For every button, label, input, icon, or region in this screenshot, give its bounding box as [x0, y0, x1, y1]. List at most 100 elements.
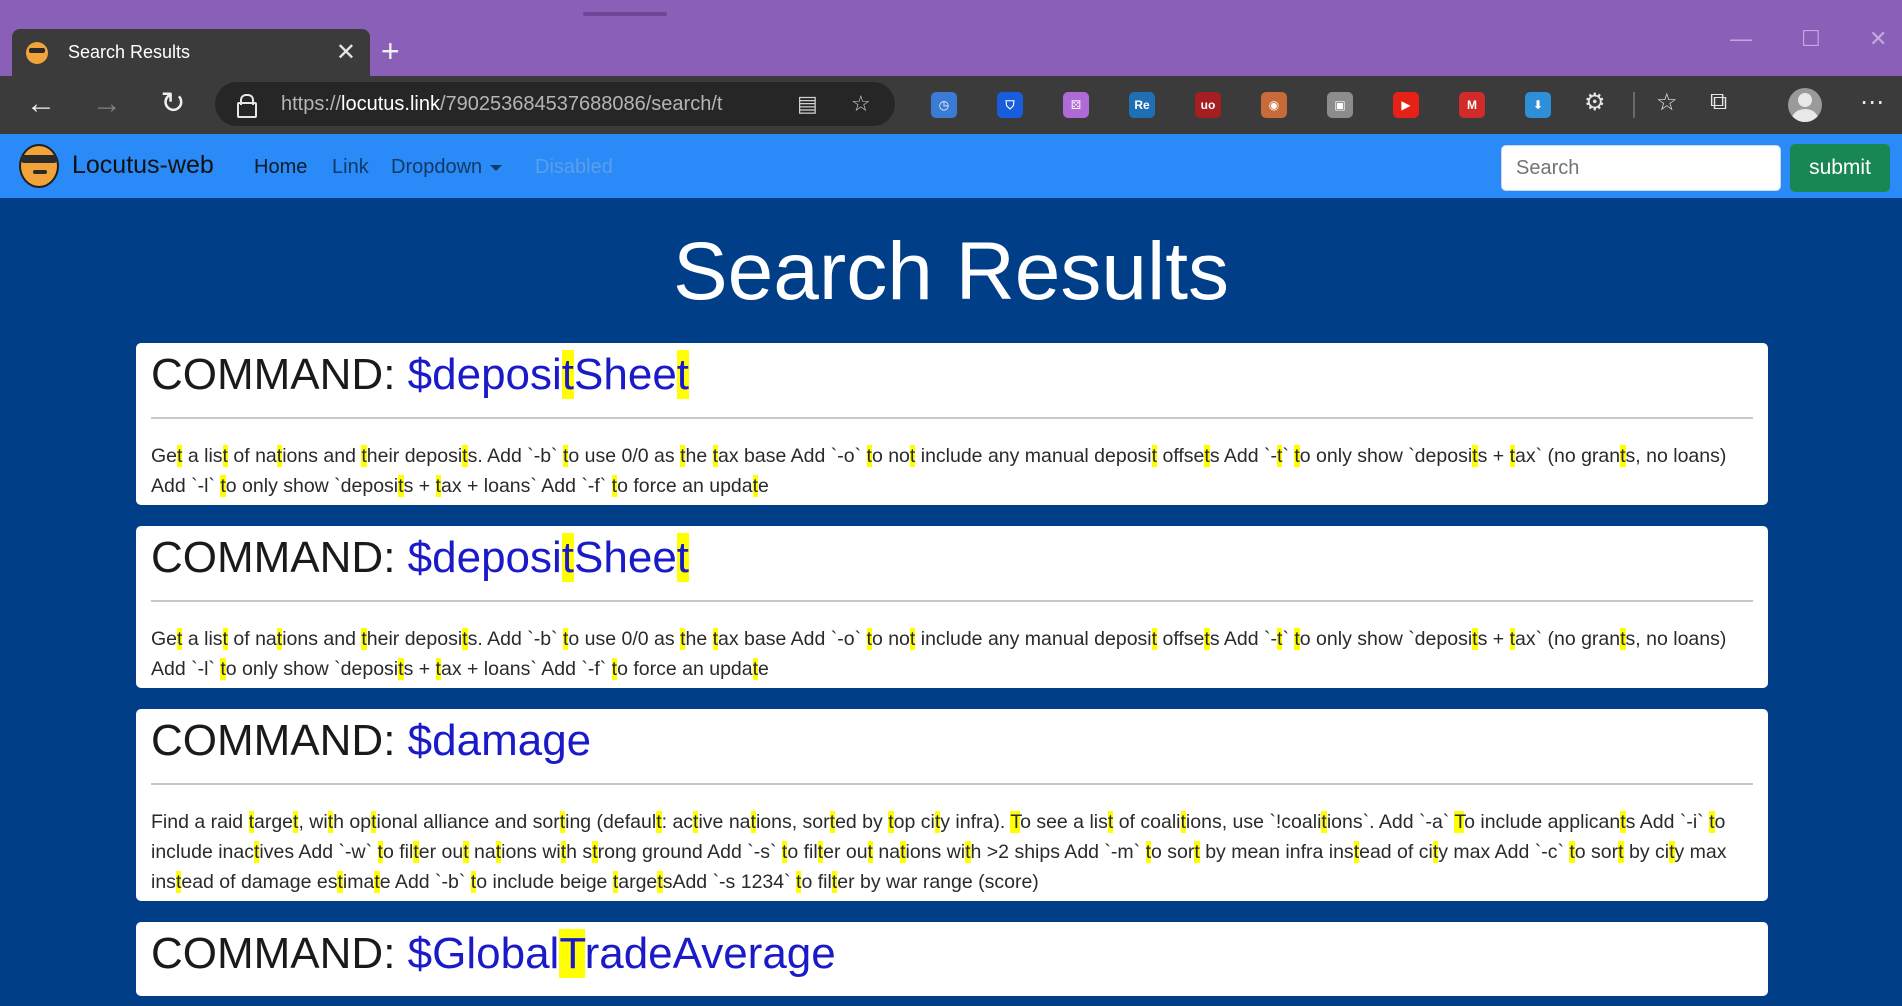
more-menu-icon[interactable]: ⋯	[1860, 88, 1884, 117]
text-segment: ions`. Add `-a`	[1326, 811, 1455, 833]
result-card[interactable]: COMMAND: $depositSheet Get a list of nati…	[136, 526, 1768, 688]
text-segment: $deposi	[407, 350, 562, 399]
text-segment: Shee	[574, 533, 677, 582]
site-navbar: Locutus-web Home Link Dropdown Disabled …	[0, 134, 1902, 198]
window-close-icon[interactable]: ✕	[1869, 28, 1887, 50]
immersive-reader-icon[interactable]: ▤	[797, 91, 818, 117]
clock-extension-icon[interactable]: ◷	[931, 92, 957, 118]
text-segment: o force an upda	[617, 475, 753, 497]
lock-icon[interactable]	[237, 94, 257, 118]
profile-avatar[interactable]	[1788, 88, 1822, 122]
search-input[interactable]	[1501, 145, 1781, 191]
text-segment: o use 0/0 as	[568, 628, 681, 650]
add-favorite-icon[interactable]: ☆	[851, 91, 871, 117]
text-segment: o only show `deposi	[1299, 445, 1473, 467]
text-segment: y max Add `-c`	[1438, 841, 1570, 863]
reload-icon[interactable]: ↻	[153, 84, 193, 124]
page-title: Search Results	[672, 226, 1230, 317]
text-segment: ax base Add `-o`	[718, 445, 867, 467]
gray-extension-icon[interactable]: ▣	[1327, 92, 1353, 118]
text-segment: ed by	[835, 811, 889, 833]
chevron-down-icon	[490, 164, 503, 171]
text-segment: : ac	[661, 811, 694, 833]
command-title: COMMAND: $damage	[151, 709, 1753, 783]
command-prefix: COMMAND:	[151, 533, 408, 582]
owl-extension-icon[interactable]: ◉	[1261, 92, 1287, 118]
text-segment: s +	[1477, 628, 1510, 650]
text-segment: s. Add `-b`	[467, 445, 563, 467]
text-segment: o no	[871, 628, 910, 650]
text-segment: er ou	[418, 841, 464, 863]
text-segment: o only show `deposi	[225, 658, 399, 680]
text-segment: `	[1282, 445, 1295, 467]
text-segment: ima	[342, 871, 375, 893]
result-card[interactable]: COMMAND: $damage Find a raid target, with…	[136, 709, 1768, 901]
m-extension-icon[interactable]: M	[1459, 92, 1485, 118]
text-segment: op ci	[893, 811, 935, 833]
text-segment: o no	[871, 445, 910, 467]
text-segment: Ge	[151, 445, 178, 467]
download-extension-icon[interactable]: ⬇	[1525, 92, 1551, 118]
nav-link-disabled: Disabled	[535, 156, 613, 178]
text-segment: ional alliance and sor	[376, 811, 560, 833]
command-description: Find a raid target, with optional allian…	[151, 807, 1753, 901]
ublock-extension-icon[interactable]: uo	[1195, 92, 1221, 118]
text-segment: , wi	[298, 811, 328, 833]
command-name-link[interactable]: $depositSheet	[407, 350, 690, 399]
text-segment: by ci	[1623, 841, 1670, 863]
text-segment: ax` (no gran	[1514, 445, 1621, 467]
new-tab-icon[interactable]: +	[381, 33, 400, 69]
text-segment: o only show `deposi	[1299, 628, 1473, 650]
extensions-puzzle-icon[interactable]: ⚙	[1584, 88, 1606, 117]
forward-arrow-icon[interactable]: →	[87, 84, 127, 124]
result-card[interactable]: COMMAND: $depositSheet Get a list of nati…	[136, 343, 1768, 505]
text-segment: er by war range (score)	[837, 871, 1039, 893]
text-segment: of coali	[1113, 811, 1181, 833]
command-description: Get a list of nations and their deposits…	[151, 441, 1753, 505]
locutus-logo-icon[interactable]	[19, 144, 59, 188]
tab-close-icon[interactable]: ✕	[336, 38, 356, 67]
text-segment: s Add `-	[1209, 628, 1278, 650]
nav-dropdown-toggle[interactable]: Dropdown	[391, 156, 503, 179]
command-name-link[interactable]: $depositSheet	[407, 533, 690, 582]
locutus-favicon-icon	[26, 41, 48, 64]
back-arrow-icon[interactable]: ←	[21, 84, 61, 124]
text-segment: o fil	[801, 871, 832, 893]
minimize-icon[interactable]: —	[1730, 28, 1752, 50]
text-segment: he	[685, 628, 713, 650]
url-text[interactable]: https://locutus.link/790253684537688086/…	[281, 93, 761, 116]
address-bar[interactable]: https://locutus.link/790253684537688086/…	[215, 82, 895, 126]
text-segment: o use 0/0 as	[568, 445, 681, 467]
text-segment: ions and	[282, 628, 362, 650]
bitwarden-extension-icon[interactable]: ⛉	[997, 92, 1023, 118]
command-name-link[interactable]: $GlobalTradeAverage	[408, 929, 836, 978]
command-name-link[interactable]: $damage	[408, 716, 591, 765]
text-segment: ions and	[282, 445, 362, 467]
collections-icon[interactable]: ⧉	[1710, 88, 1727, 116]
text-segment: ions wi	[905, 841, 966, 863]
browser-tab-active[interactable]: Search Results ✕	[12, 29, 370, 76]
text-segment: ax` (no gran	[1514, 628, 1621, 650]
nav-link-link[interactable]: Link	[332, 156, 369, 179]
text-segment: Shee	[574, 350, 677, 399]
text-segment: h s	[566, 841, 593, 863]
match-highlight: t	[561, 533, 575, 582]
dice-extension-icon[interactable]: ⚄	[1063, 92, 1089, 118]
window-drag-handle[interactable]	[583, 12, 667, 16]
text-segment: s +	[403, 475, 436, 497]
re-extension-icon[interactable]: Re	[1129, 92, 1155, 118]
submit-button[interactable]: submit	[1790, 144, 1890, 192]
match-highlight: T	[559, 929, 585, 978]
text-segment: ive na	[698, 811, 751, 833]
nav-dropdown-label: Dropdown	[391, 156, 483, 178]
youtube-extension-icon[interactable]: ▶	[1393, 92, 1419, 118]
favorites-icon[interactable]: ☆	[1656, 88, 1678, 117]
card-divider	[151, 783, 1753, 785]
maximize-icon[interactable]: ☐	[1801, 28, 1821, 50]
brand-link[interactable]: Locutus-web	[72, 151, 214, 180]
toolbar-divider	[1633, 92, 1635, 118]
text-segment: rong ground Add `-s`	[597, 841, 782, 863]
result-card[interactable]: COMMAND: $GlobalTradeAverage	[136, 922, 1768, 996]
text-segment: $deposi	[407, 533, 562, 582]
nav-link-home[interactable]: Home	[254, 156, 307, 179]
